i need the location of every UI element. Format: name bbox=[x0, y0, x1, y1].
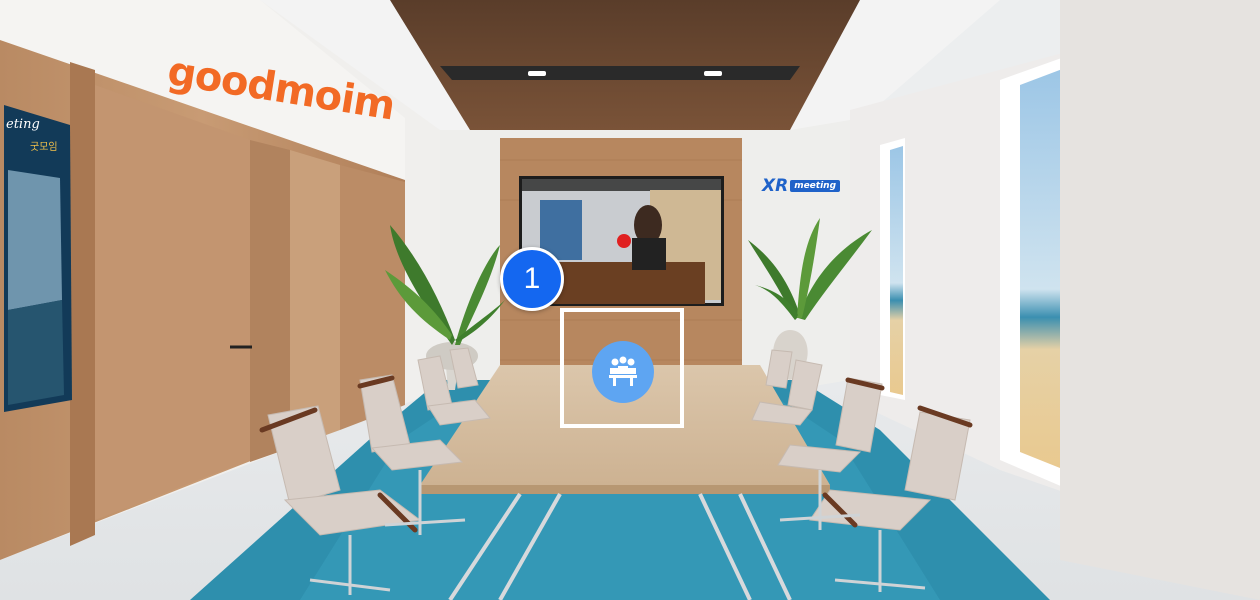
meeting-hotspot-button[interactable] bbox=[592, 341, 654, 403]
wall-sign-text: eting bbox=[6, 118, 40, 132]
xr-logo-mark: XR bbox=[762, 176, 789, 196]
xr-meeting-logo: XR meeting bbox=[762, 176, 841, 196]
tutorial-step-badge: 1 bbox=[500, 247, 564, 311]
meeting-people-icon bbox=[609, 356, 637, 386]
wall-sign-subtext: 굿모임 bbox=[30, 142, 58, 153]
virtual-meeting-room: goodmoim eting 굿모임 XR meeting 1 bbox=[0, 0, 1260, 600]
xr-logo-word: meeting bbox=[790, 180, 841, 192]
